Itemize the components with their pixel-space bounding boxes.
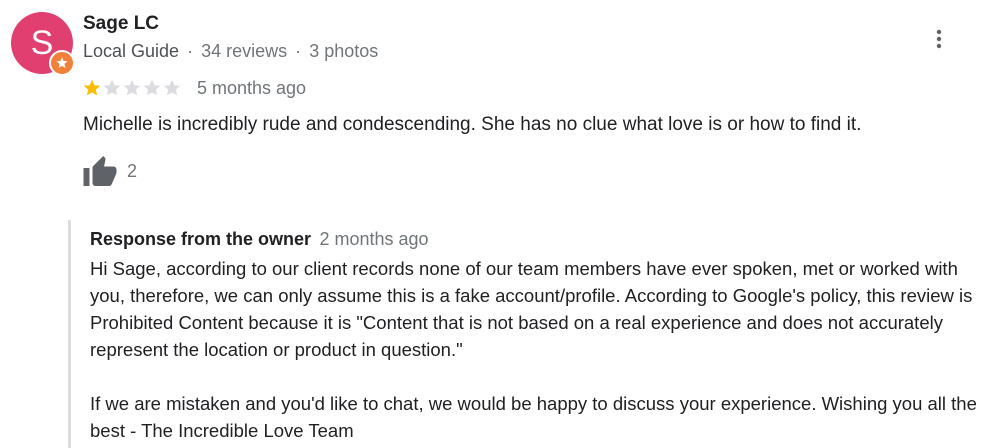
owner-response-text: Hi Sage, according to our client records… (90, 255, 995, 444)
local-guide-label: Local Guide (83, 41, 180, 61)
more-vert-icon (936, 29, 942, 49)
review-date: 5 months ago (197, 77, 307, 98)
like-button[interactable]: 2 (82, 154, 137, 188)
owner-response-header: Response from the owner 2 months ago (90, 229, 429, 250)
more-options-button[interactable] (922, 22, 956, 56)
star-empty-icon (123, 79, 141, 96)
star-empty-icon (103, 79, 121, 96)
star-empty-icon (143, 79, 161, 96)
star-filled-icon (83, 79, 101, 96)
owner-response: Response from the owner 2 months ago Hi … (68, 220, 991, 448)
avatar-letter: S (30, 24, 54, 62)
reviewer-name[interactable]: Sage LC (83, 13, 159, 35)
meta-separator: · (295, 41, 302, 61)
owner-response-paragraph: If we are mistaken and you'd like to cha… (90, 393, 977, 441)
thumb-up-icon (83, 156, 117, 186)
badge-star-icon (56, 57, 68, 69)
star-rating (82, 78, 182, 98)
star-empty-icon (163, 79, 181, 96)
reviewer-meta: Local Guide · 34 reviews · 3 photos (83, 41, 378, 62)
owner-response-date: 2 months ago (319, 229, 429, 249)
owner-response-paragraph: Hi Sage, according to our client records… (90, 258, 973, 360)
meta-separator: · (187, 41, 194, 61)
rating-row: 5 months ago (82, 77, 306, 99)
photo-count: 3 photos (309, 41, 379, 61)
reviewer-avatar-container[interactable]: S (11, 12, 75, 76)
review-text: Michelle is incredibly rude and condesce… (83, 114, 862, 135)
review-count: 34 reviews (201, 41, 288, 61)
owner-response-title: Response from the owner (90, 229, 312, 249)
like-count: 2 (127, 160, 138, 181)
local-guide-badge-icon (49, 50, 75, 76)
